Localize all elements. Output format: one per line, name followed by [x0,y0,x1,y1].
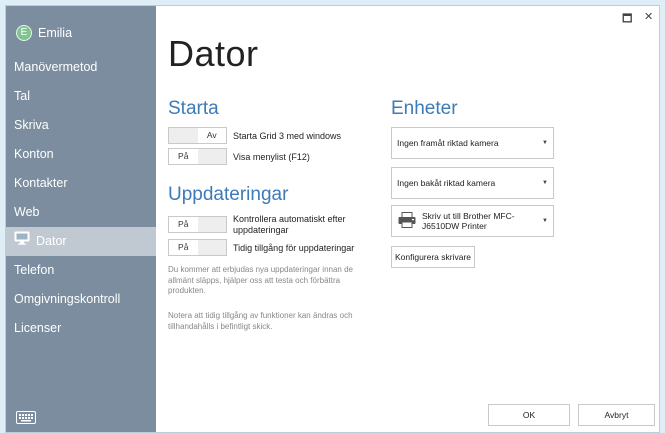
sidebar-item-label: Konton [14,147,54,161]
sidebar-nav: Manövermetod Tal Skriva Konton Kontakter… [6,53,156,343]
early-access-disclaimer: Notera att tidig tillgång av funktioner … [168,311,353,331]
sidebar-item-skriva[interactable]: Skriva [6,111,156,140]
section-heading-uppdateringar: Uppdateringar [168,184,289,205]
back-camera-select[interactable]: Ingen bakåt riktad kamera ▼ [391,167,554,199]
toggle-left [169,128,198,143]
sidebar-item-telefon[interactable]: Telefon [6,256,156,285]
toggle-left: På [178,242,189,252]
sidebar-item-label: Licenser [14,321,62,335]
ok-button[interactable]: OK [488,404,570,426]
sidebar-item-label: Omgivningskontroll [14,292,121,306]
configure-printer-button[interactable]: Konfigurera skrivare [391,246,475,268]
front-camera-value: Ingen framåt riktad kamera [397,138,499,148]
printer-value: Skriv ut till Brother MFC-J6510DW Printe… [422,211,515,231]
sidebar: E Emilia Manövermetod Tal Skriva Konton … [6,6,156,432]
auto-update-toggle[interactable]: På [168,216,227,233]
sidebar-item-label: Web [14,205,40,219]
cancel-button[interactable]: Avbryt [578,404,655,426]
toggle-right: Av [206,130,217,140]
chevron-down-icon: ▼ [542,218,548,224]
toggle-right [197,240,226,255]
sidebar-item-konton[interactable]: Konton [6,140,156,169]
section-heading-starta: Starta [168,98,219,119]
toggle-right [197,149,226,164]
toggle-left: På [178,151,189,161]
toggle-right [197,217,226,232]
back-camera-value: Ingen bakåt riktad kamera [397,178,496,188]
user-profile[interactable]: E Emilia [16,25,72,41]
sidebar-item-omgivningskontroll[interactable]: Omgivningskontroll [6,285,156,314]
close-button[interactable]: ✕ [644,10,653,23]
front-camera-select[interactable]: Ingen framåt riktad kamera ▼ [391,127,554,159]
startup-label: Starta Grid 3 med windows [233,131,342,141]
user-name: Emilia [38,26,73,40]
chevron-down-icon: ▼ [542,140,548,146]
chevron-down-icon: ▼ [542,180,548,186]
auto-update-label: Kontrollera automatiskt efter uppdaterin… [233,214,346,235]
settings-window: E Emilia Manövermetod Tal Skriva Konton … [5,5,660,433]
restore-button[interactable]: 🗖 [622,10,632,29]
sidebar-item-tal[interactable]: Tal [6,82,156,111]
page-title: Dator [168,33,259,74]
section-heading-enheter: Enheter [391,98,458,119]
sidebar-item-label: Tal [14,89,30,103]
printer-select[interactable]: Skriv ut till Brother MFC-J6510DW Printe… [391,205,554,237]
computer-icon [14,227,30,256]
sidebar-item-web[interactable]: Web [6,198,156,227]
keyboard-icon[interactable] [16,411,36,429]
sidebar-item-label: Manövermetod [14,60,98,74]
sidebar-item-licenser[interactable]: Licenser [6,314,156,343]
toggle-left: På [178,219,189,229]
menubar-toggle[interactable]: På [168,148,227,165]
printer-icon [398,212,416,230]
early-access-toggle[interactable]: På [168,239,227,256]
avatar: E [16,25,32,41]
sidebar-item-label: Kontakter [14,176,68,190]
sidebar-item-dator[interactable]: Dator [6,227,156,256]
sidebar-item-label: Dator [36,234,67,248]
early-access-note: Du kommer att erbjudas nya uppdateringar… [168,265,353,295]
sidebar-item-manovermetod[interactable]: Manövermetod [6,53,156,82]
sidebar-item-label: Telefon [14,263,55,277]
startup-toggle[interactable]: Av [168,127,227,144]
menubar-label: Visa menylist (F12) [233,152,310,162]
sidebar-item-label: Skriva [14,118,49,132]
early-access-label: Tidig tillgång för uppdateringar [233,243,355,253]
sidebar-item-kontakter[interactable]: Kontakter [6,169,156,198]
